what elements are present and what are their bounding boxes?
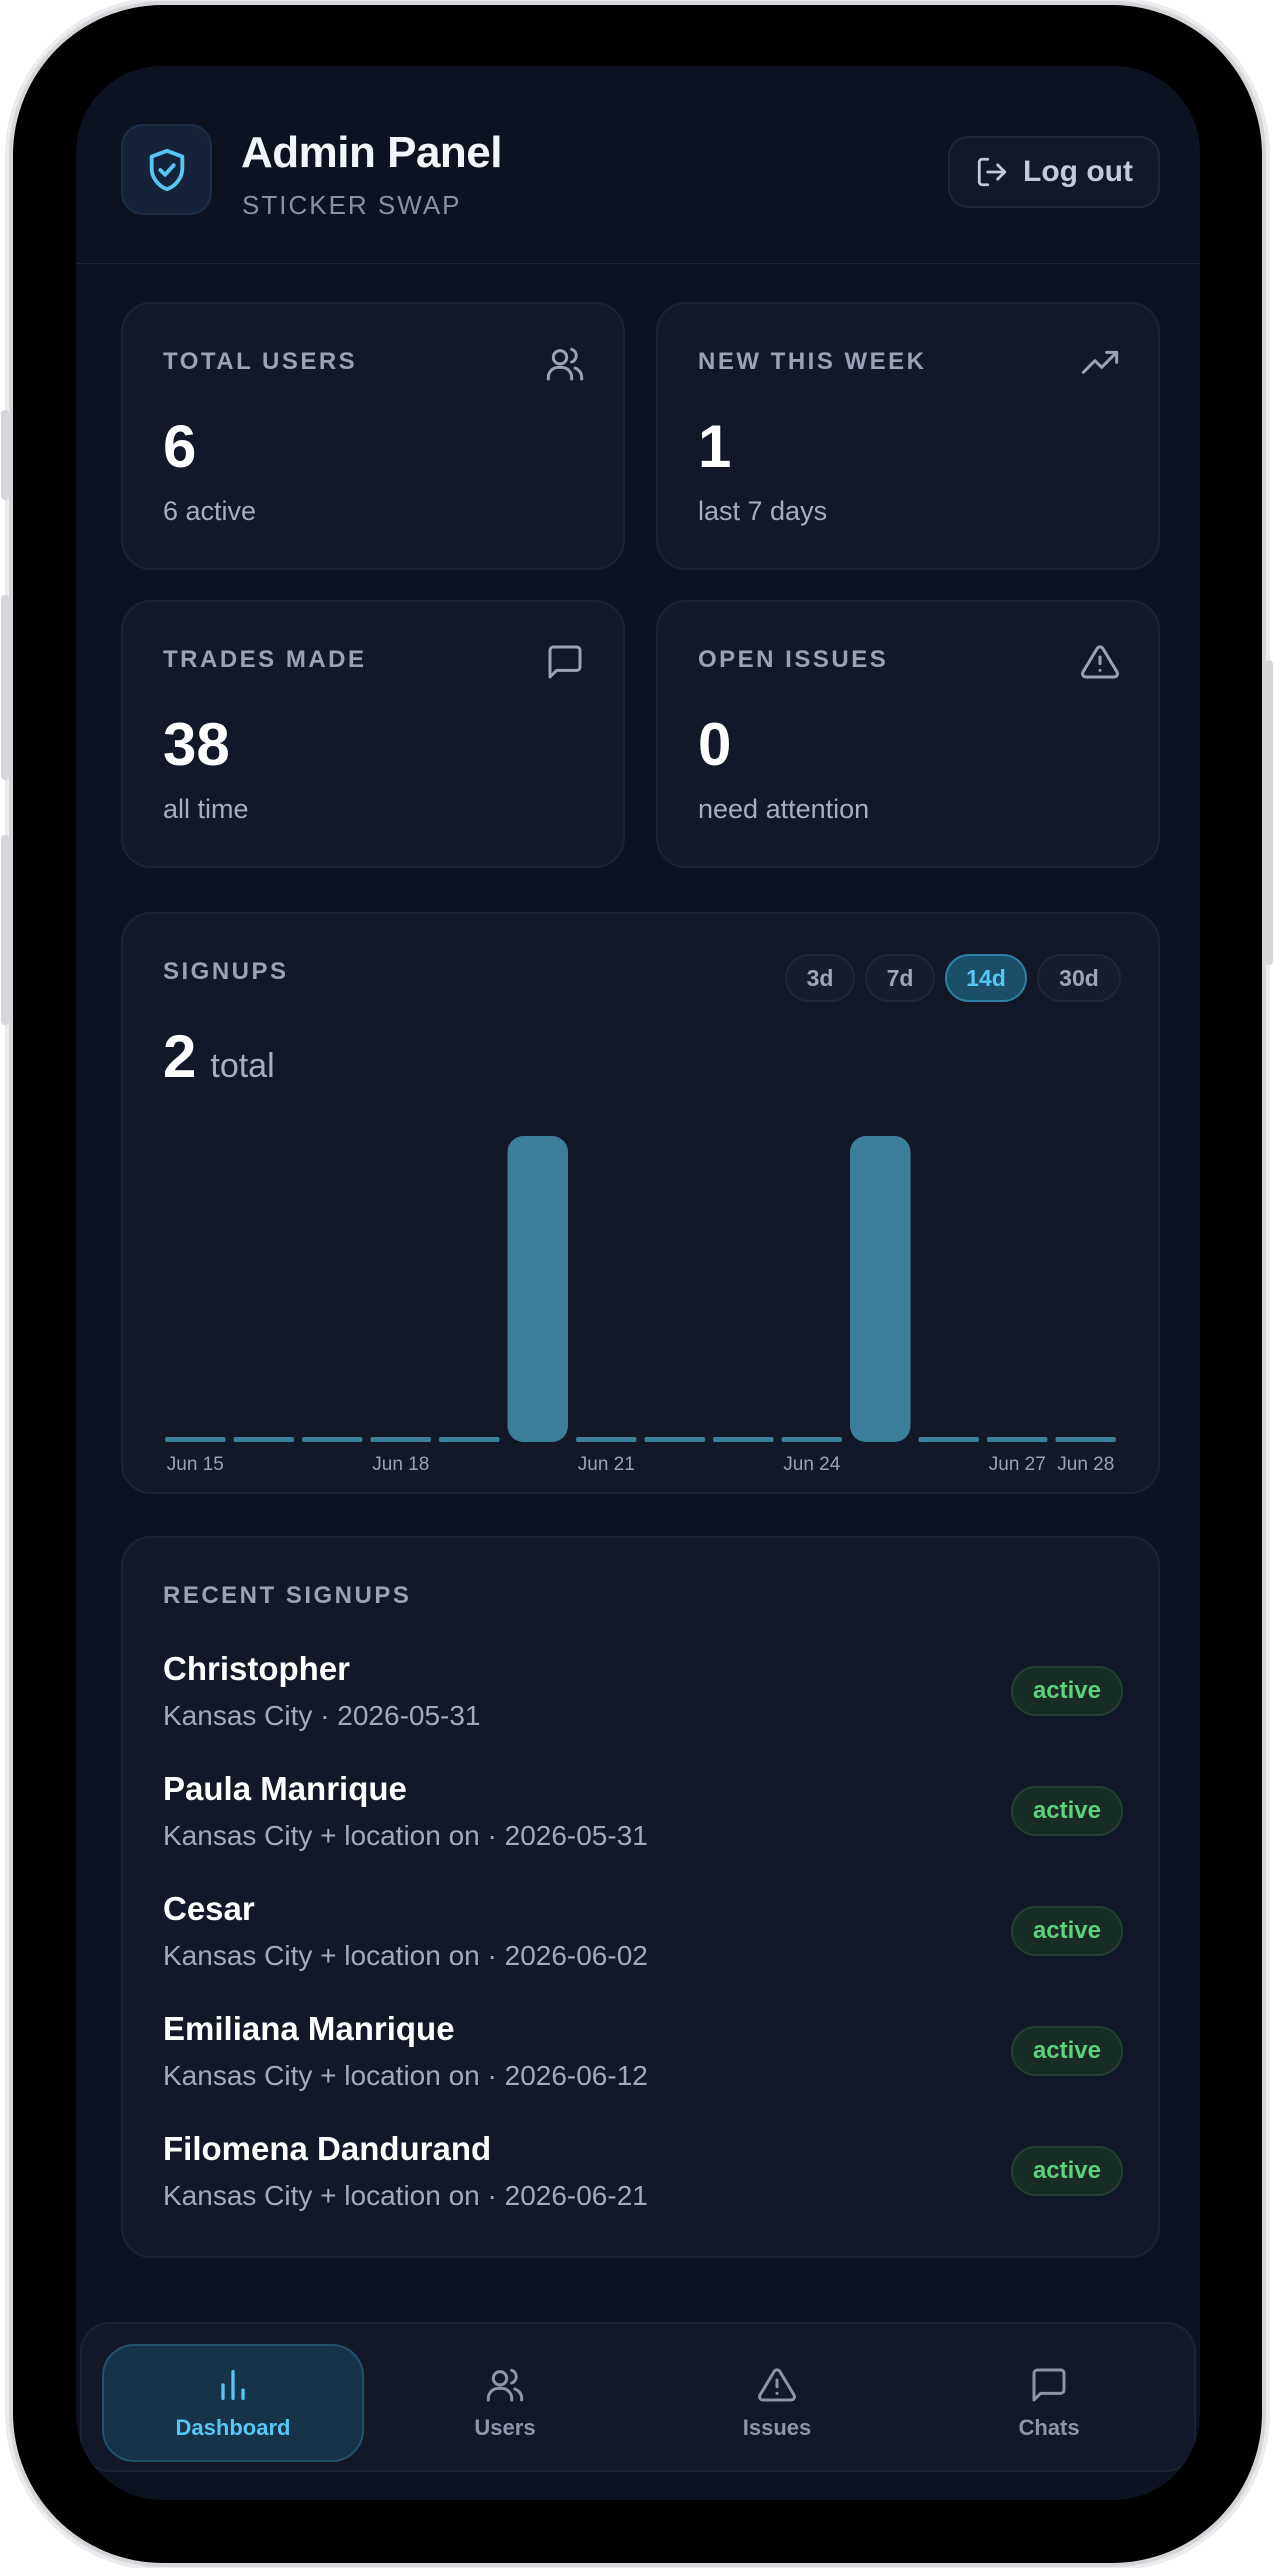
app-logo	[121, 124, 212, 215]
app-screen: Admin Panel STICKER SWAP Log out TOTAL U…	[76, 66, 1200, 2500]
nav-tab-issues[interactable]: Issues	[646, 2344, 908, 2462]
stat-label: NEW THIS WEEK	[698, 348, 927, 375]
chart-bar-jun-16	[233, 1437, 294, 1442]
page-title: Admin Panel	[241, 128, 503, 177]
chart-bar-jun-21	[576, 1437, 637, 1442]
nav-label: Dashboard	[175, 2415, 291, 2440]
user-meta: Kansas City + location on · 2026-06-02	[163, 1940, 648, 1971]
alert-triangle-icon	[758, 2368, 796, 2402]
chart-bar-jun-19	[439, 1437, 500, 1442]
user-name: Filomena Dandurand	[163, 2130, 492, 2167]
user-name: Christopher	[163, 1650, 351, 1687]
trending-up-icon	[1081, 350, 1119, 374]
chart-tick-label: Jun 15	[167, 1454, 224, 1475]
list-item[interactable]: Emiliana Manrique Kansas City + location…	[163, 2010, 1123, 2110]
stat-sub: 6 active	[163, 496, 257, 526]
status-badge: active	[1010, 2146, 1123, 2196]
recent-signups-card: RECENT SIGNUPS Christopher Kansas City ·…	[121, 1536, 1160, 2258]
list-item[interactable]: Cesar Kansas City + location on · 2026-0…	[163, 1890, 1123, 1990]
stat-label: TOTAL USERS	[163, 348, 358, 375]
user-meta: Kansas City + location on · 2026-05-31	[163, 1820, 648, 1851]
signups-card: SIGNUPS 3d 7d 14d 30d 2 total Jun 15 Jun …	[121, 912, 1160, 1494]
nav-tab-dashboard[interactable]: Dashboard	[102, 2344, 364, 2462]
list-item[interactable]: Paula Manrique Kansas City + location on…	[163, 1770, 1123, 1870]
chart-bar-jun-22	[644, 1437, 705, 1442]
stat-card-new-this-week: NEW THIS WEEK 1 last 7 days	[656, 302, 1160, 570]
chat-icon	[548, 645, 582, 679]
stat-value: 0	[698, 711, 732, 778]
users-icon	[486, 2368, 524, 2402]
app-subtitle: STICKER SWAP	[242, 190, 462, 220]
status-badge: active	[1010, 1786, 1123, 1836]
list-item[interactable]: Filomena Dandurand Kansas City + locatio…	[163, 2130, 1123, 2230]
stat-value: 1	[698, 413, 732, 480]
user-name: Cesar	[163, 1890, 255, 1927]
logout-label: Log out	[1023, 155, 1133, 188]
nav-tab-chats[interactable]: Chats	[918, 2344, 1180, 2462]
device-button	[1, 835, 9, 1025]
device-button	[1, 410, 9, 500]
chart-bar-jun-15	[165, 1437, 226, 1442]
stat-label: OPEN ISSUES	[698, 646, 889, 673]
user-meta: Kansas City + location on · 2026-06-21	[163, 2180, 648, 2211]
logout-button[interactable]: Log out	[948, 136, 1160, 208]
stat-card-trades-made: TRADES MADE 38 all time	[121, 600, 625, 868]
nav-label: Users	[474, 2415, 536, 2440]
stat-sub: all time	[163, 794, 249, 824]
recent-signups-label: RECENT SIGNUPS	[163, 1582, 412, 1609]
status-badge: active	[1010, 1666, 1123, 1716]
alert-triangle-icon	[1081, 645, 1119, 679]
chart-bar-jun-20	[507, 1136, 568, 1442]
bar-chart-icon	[221, 2370, 245, 2400]
stat-sub: last 7 days	[698, 496, 828, 526]
chart-tick-label: Jun 28	[1057, 1454, 1114, 1475]
status-badge: active	[1010, 1906, 1123, 1956]
device-button	[1, 595, 9, 780]
nav-tab-users[interactable]: Users	[374, 2344, 636, 2462]
chart-bar-jun-28	[1055, 1437, 1116, 1442]
list-item[interactable]: Christopher Kansas City · 2026-05-31 act…	[163, 1650, 1123, 1750]
chart-tick-label: Jun 24	[783, 1454, 840, 1475]
stat-card-open-issues: OPEN ISSUES 0 need attention	[656, 600, 1160, 868]
user-name: Paula Manrique	[163, 1770, 407, 1807]
header: Admin Panel STICKER SWAP Log out	[76, 66, 1200, 264]
chart-bar-jun-25	[850, 1136, 911, 1442]
users-icon	[546, 347, 584, 381]
bottom-nav: Dashboard Users Issues Chats	[80, 2322, 1196, 2472]
device-button	[1265, 660, 1273, 965]
status-badge: active	[1010, 2026, 1123, 2076]
chart-bar-jun-26	[918, 1437, 979, 1442]
shield-check-icon	[149, 148, 184, 191]
chart-tick-label: Jun 27	[989, 1454, 1046, 1475]
user-meta: Kansas City · 2026-05-31	[163, 1700, 481, 1731]
stat-value: 38	[163, 711, 230, 778]
stat-card-total-users: TOTAL USERS 6 6 active	[121, 302, 625, 570]
chart-bar-jun-24	[781, 1437, 842, 1442]
stat-sub: need attention	[698, 794, 870, 824]
signups-bar-chart: Jun 15 Jun 18 Jun 21 Jun 24 Jun 27 Jun 28	[165, 1136, 1116, 1475]
chart-bar-jun-17	[302, 1437, 363, 1442]
stat-value: 6	[163, 413, 197, 480]
chart-bar-jun-18	[370, 1437, 431, 1442]
nav-label: Issues	[742, 2415, 812, 2440]
chart-bar-jun-27	[987, 1437, 1048, 1442]
nav-label: Chats	[1018, 2415, 1080, 2440]
logout-icon	[977, 157, 1007, 187]
chat-icon	[1032, 2368, 1066, 2402]
stat-label: TRADES MADE	[163, 646, 367, 673]
user-name: Emiliana Manrique	[163, 2010, 455, 2047]
chart-bar-jun-23	[713, 1437, 774, 1442]
chart-tick-label: Jun 21	[578, 1454, 635, 1475]
user-meta: Kansas City + location on · 2026-06-12	[163, 2060, 648, 2091]
chart-tick-label: Jun 18	[372, 1454, 429, 1475]
